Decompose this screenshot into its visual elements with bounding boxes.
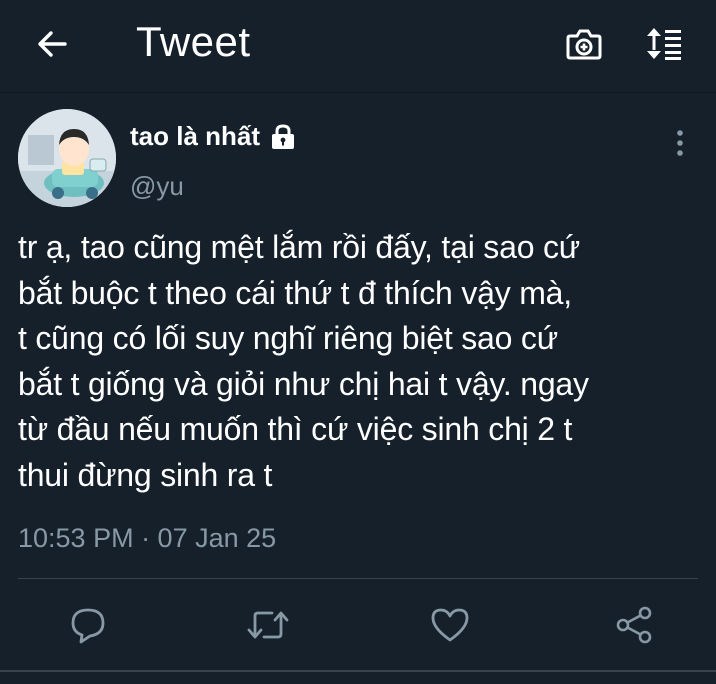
retweet-icon [247,611,289,639]
action-bar [0,593,716,657]
avatar-image [18,109,116,207]
more-vertical-icon [677,130,683,156]
reply-icon [71,608,105,644]
bottom-divider [0,670,716,672]
lock-icon [272,123,295,149]
divider [18,578,698,579]
author-name-row: tao là nhất [130,121,298,152]
avatar[interactable] [18,109,116,207]
display-name[interactable]: tao là nhất [130,121,260,152]
retweet-button[interactable] [244,601,292,649]
sort-icon [647,28,681,60]
arrow-left-icon [38,31,67,57]
reply-button[interactable] [64,601,112,649]
tweet-text: tr ạ, tao cũng mệt lắm rồi đấy, tại sao … [18,229,589,493]
camera-icon [566,29,602,60]
sort-button[interactable] [640,20,688,68]
share-button[interactable] [610,601,658,649]
page-title: Tweet [136,18,251,65]
user-handle: @yu [130,171,184,201]
share-icon [616,606,652,644]
top-bar: Tweet [0,0,716,93]
tweet-timestamp[interactable]: 10:53 PM · 07 Jan 25 [18,523,276,554]
more-options-button[interactable] [660,123,700,163]
like-icon [431,608,469,642]
camera-button[interactable] [560,20,608,68]
like-button[interactable] [426,601,474,649]
back-button[interactable] [30,22,74,66]
